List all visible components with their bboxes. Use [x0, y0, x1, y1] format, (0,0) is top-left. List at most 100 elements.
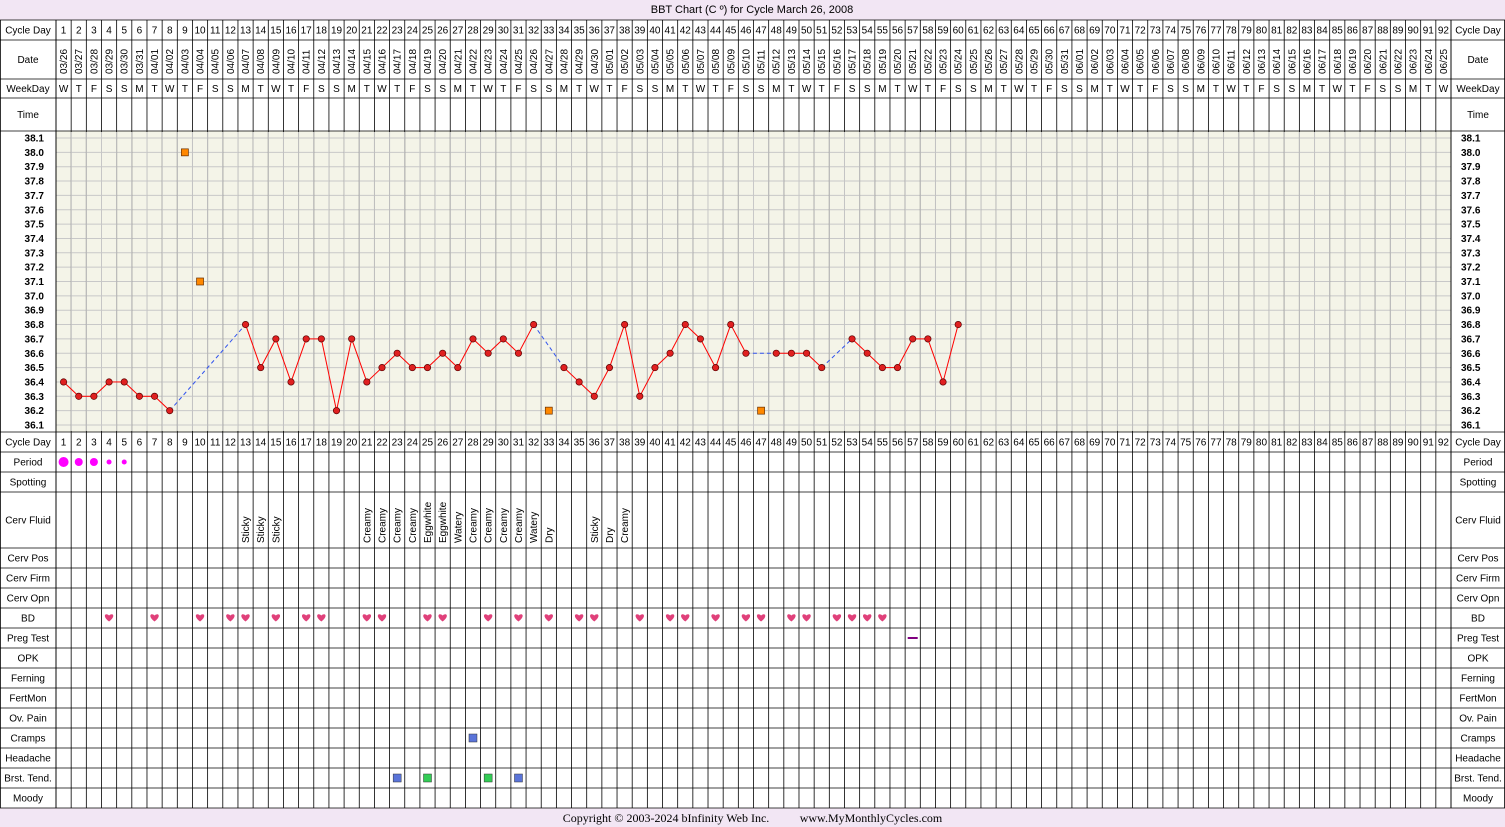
cycle-day-number: 5 — [121, 26, 127, 37]
weekday-label: T — [576, 84, 582, 95]
cerv-fluid-label: Creamy — [468, 508, 479, 543]
website-link[interactable]: www.MyMonthlyCycles.com — [800, 811, 943, 825]
temp-point — [287, 378, 295, 386]
y-tick-label-right: 36.8 — [1461, 320, 1481, 331]
cycle-day-number: 70 — [1104, 26, 1116, 37]
cycle-day-number: 35 — [574, 26, 586, 37]
cycle-day-number: 30 — [498, 26, 510, 37]
cycle-day-number: 34 — [558, 26, 570, 37]
cycle-day-number: 87 — [1362, 26, 1374, 37]
date-label: 03/29 — [105, 49, 116, 74]
cycle-day-number-bottom: 39 — [634, 438, 646, 449]
date-label: 05/02 — [620, 49, 631, 74]
cycle-day-number-bottom: 34 — [558, 438, 570, 449]
y-tick-label: 37.1 — [25, 277, 45, 288]
weekday-label: F — [940, 84, 946, 95]
period-dot — [74, 458, 83, 466]
cycle-day-number: 37 — [604, 26, 616, 37]
y-tick-label-right: 37.2 — [1461, 263, 1481, 274]
date-label: 06/19 — [1348, 49, 1359, 74]
cycle-day-number: 4 — [106, 26, 112, 37]
cerv-fluid-label: Creamy — [378, 508, 389, 543]
cycle-day-number-bottom: 56 — [892, 438, 904, 449]
cycle-day-number-bottom: 17 — [301, 438, 313, 449]
date-label: 05/13 — [787, 49, 798, 74]
date-label: 05/15 — [817, 49, 828, 74]
cycle-day-number-bottom: 68 — [1074, 438, 1086, 449]
y-tick-label: 36.4 — [25, 377, 45, 388]
date-label: 04/07 — [241, 49, 252, 74]
date-label: 05/17 — [848, 49, 859, 74]
y-tick-label: 37.5 — [25, 220, 45, 231]
weekday-label: T — [288, 84, 294, 95]
date-label: 05/03 — [635, 49, 646, 74]
date-label: 05/05 — [666, 49, 677, 74]
cycle-day-number-bottom: 5 — [121, 438, 127, 449]
date-label: 05/06 — [681, 49, 692, 74]
temp-point — [621, 320, 629, 329]
cycle-day-number-bottom: 45 — [725, 438, 737, 449]
weekday-label: T — [1349, 84, 1355, 95]
y-tick-label: 36.8 — [25, 320, 45, 331]
cycle-day-number: 28 — [467, 26, 479, 37]
cycle-day-number: 52 — [831, 26, 843, 37]
weekday-label: T — [819, 84, 825, 95]
weekday-label: T — [1243, 84, 1249, 95]
row-label-right-cycle-day: Cycle Day — [1455, 26, 1501, 37]
cycle-day-number: 53 — [846, 26, 858, 37]
cycle-day-number-bottom: 28 — [467, 438, 479, 449]
date-label: 04/11 — [302, 49, 313, 74]
row-label-opk: OPK — [17, 654, 38, 665]
cerv-fluid-label: Creamy — [362, 508, 373, 543]
date-label: 04/17 — [393, 49, 404, 74]
row-label-headache: Headache — [5, 754, 51, 765]
weekday-label: T — [1425, 84, 1431, 95]
temp-point — [742, 349, 750, 357]
cycle-day-number-bottom: 65 — [1028, 438, 1040, 449]
cycle-day-number: 43 — [695, 26, 707, 37]
cycle-day-number-bottom: 77 — [1210, 438, 1222, 449]
temp-point — [272, 335, 280, 343]
date-label: 06/13 — [1257, 49, 1268, 74]
weekday-label: W — [59, 84, 69, 95]
weekday-label: W — [1120, 84, 1130, 95]
row-label-right-moody: Moody — [1463, 794, 1493, 805]
temp-point — [575, 378, 583, 386]
weekday-label: T — [1319, 84, 1325, 95]
weekday-label: W — [377, 84, 387, 95]
weekday-label: S — [1167, 84, 1174, 95]
temp-point — [135, 392, 143, 400]
cycle-day-number-bottom: 63 — [998, 438, 1010, 449]
weekday-label: S — [530, 84, 537, 95]
cycle-day-number-bottom: 92 — [1438, 438, 1450, 449]
temp-point — [712, 364, 720, 372]
cycle-day-number: 78 — [1226, 26, 1238, 37]
date-label: 04/15 — [362, 49, 373, 74]
cycle-day-number: 17 — [301, 26, 313, 37]
cycle-day-number: 92 — [1438, 26, 1450, 37]
cycle-day-number-bottom: 25 — [422, 438, 434, 449]
row-label-ov-pain: Ov. Pain — [9, 714, 47, 725]
date-label: 04/22 — [468, 49, 479, 74]
temp-point — [75, 392, 83, 400]
date-label: 06/25 — [1439, 49, 1450, 74]
y-tick-label-right: 37.1 — [1461, 277, 1481, 288]
row-label-spotting: Spotting — [10, 478, 47, 489]
cycle-day-number-bottom: 7 — [152, 438, 158, 449]
y-tick-label: 37.7 — [25, 191, 45, 202]
date-label: 06/08 — [1181, 49, 1192, 74]
cycle-day-number-bottom: 16 — [285, 438, 297, 449]
y-tick-label: 37.8 — [25, 177, 45, 188]
weekday-label: S — [1182, 84, 1189, 95]
temp-point — [120, 378, 128, 386]
row-label-cerv-fluid: Cerv Fluid — [5, 516, 51, 527]
cerv-fluid-label: Dry — [605, 527, 616, 543]
cycle-day-number-bottom: 29 — [483, 438, 495, 449]
date-label: 04/13 — [332, 49, 343, 74]
cycle-day-number-bottom: 88 — [1377, 438, 1389, 449]
cycle-day-number-bottom: 79 — [1241, 438, 1253, 449]
cycle-day-number: 51 — [816, 26, 828, 37]
cycle-day-number-bottom: 42 — [680, 438, 692, 449]
cycle-day-number: 72 — [1135, 26, 1147, 37]
cycle-day-number-bottom: 84 — [1317, 438, 1329, 449]
